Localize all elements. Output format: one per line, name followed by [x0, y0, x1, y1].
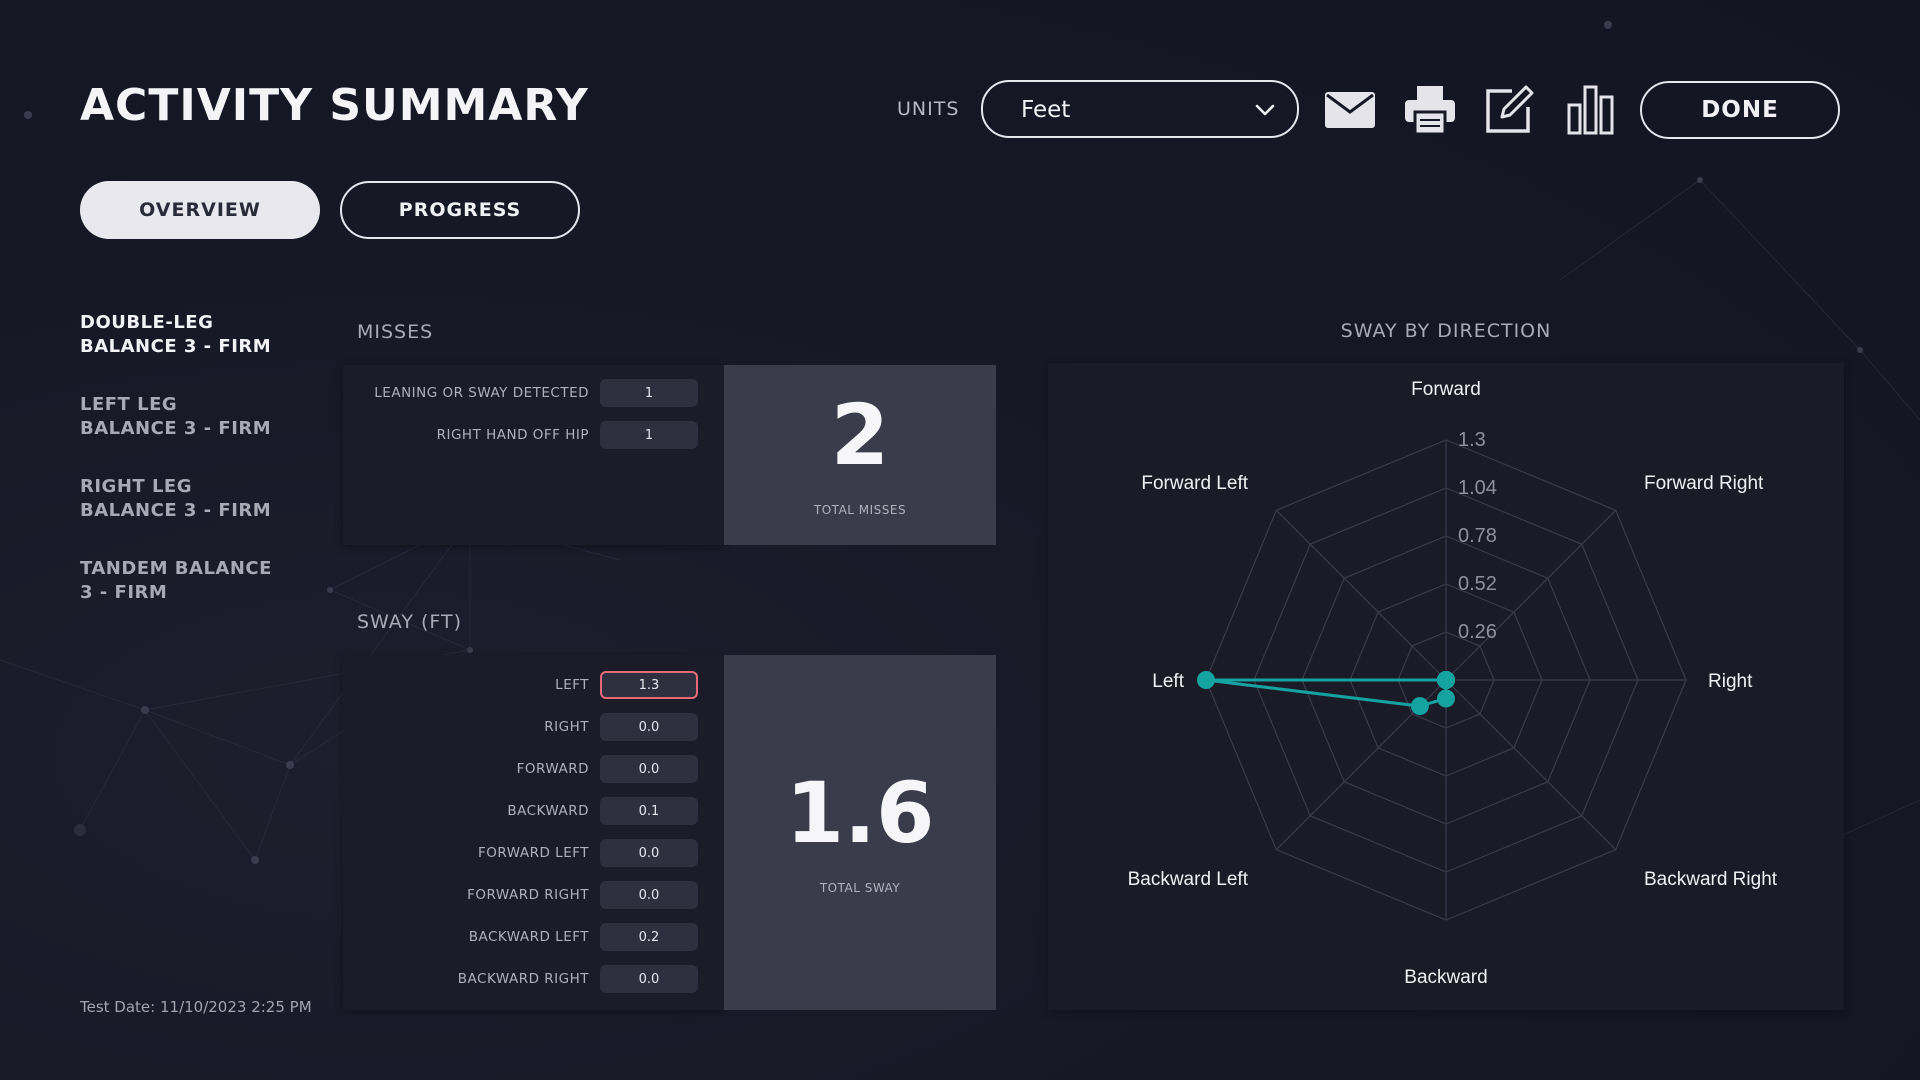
- printer-icon: [1405, 86, 1455, 134]
- radar-title: SWAY BY DIRECTION: [1340, 320, 1552, 342]
- test-item-right-leg[interactable]: RIGHT LEG BALANCE 3 - FIRM: [80, 475, 310, 523]
- radar-data-point: [1437, 689, 1455, 708]
- sway-row-forward-right: FORWARD RIGHT 0.0: [343, 880, 698, 910]
- miss-row-value: 1: [600, 421, 698, 449]
- done-button[interactable]: DONE: [1640, 81, 1840, 139]
- miss-row-label: LEANING OR SWAY DETECTED: [374, 385, 589, 401]
- units-dropdown[interactable]: Feet: [981, 80, 1299, 138]
- sway-row-label: FORWARD LEFT: [478, 845, 589, 861]
- sway-row-label: FORWARD RIGHT: [467, 887, 589, 903]
- test-item-line1: LEFT LEG: [80, 394, 178, 415]
- radar-chart: 0.26 0.52 0.78 1.04 1.3 Forward Forward Right R…: [1128, 379, 1778, 988]
- test-item-double-leg[interactable]: DOUBLE-LEG BALANCE 3 - FIRM: [80, 311, 310, 359]
- sway-row-label: BACKWARD: [507, 803, 589, 819]
- radar-data-point: [1197, 671, 1215, 689]
- sway-row-value: 0.0: [600, 755, 698, 783]
- radar-axis-label: Backward Right: [1644, 869, 1778, 890]
- test-item-line2: 3 - FIRM: [80, 582, 168, 603]
- radar-tick-label: 0.78: [1458, 525, 1497, 547]
- sway-row-forward-left: FORWARD LEFT 0.0: [343, 838, 698, 868]
- edit-icon: [1486, 85, 1534, 133]
- test-item-line1: DOUBLE-LEG: [80, 312, 214, 333]
- miss-row-value: 1: [600, 379, 698, 407]
- tab-progress[interactable]: PROGRESS: [340, 181, 580, 239]
- sway-row-backward-left: BACKWARD LEFT 0.2: [343, 922, 698, 952]
- radar-series-line: [1204, 678, 1448, 708]
- radar-axis-label: Forward Right: [1644, 473, 1764, 494]
- sway-row-value: 0.0: [600, 839, 698, 867]
- radar-tick-label: 1.04: [1458, 477, 1497, 499]
- sway-row-label: FORWARD: [516, 761, 589, 777]
- total-misses-label: TOTAL MISSES: [813, 503, 907, 517]
- misses-section-label: MISSES: [357, 321, 434, 343]
- sway-row-left: LEFT 1.3: [343, 670, 698, 700]
- test-item-tandem[interactable]: TANDEM BALANCE 3 - FIRM: [80, 557, 310, 605]
- sway-row-label: BACKWARD LEFT: [468, 929, 589, 945]
- total-sway-value: 1.6: [785, 763, 935, 862]
- radar-tick-label: 0.26: [1458, 621, 1497, 643]
- mail-icon: [1325, 92, 1375, 128]
- radar-axis-label: Forward: [1411, 379, 1481, 400]
- sway-row-forward: FORWARD 0.0: [343, 754, 698, 784]
- radar-data-point: [1410, 697, 1429, 716]
- test-date: Test Date: 11/10/2023 2:25 PM: [80, 998, 312, 1016]
- sway-row-value: 1.3: [600, 671, 698, 699]
- sway-section-label: SWAY (FT): [357, 611, 463, 633]
- tab-overview[interactable]: OVERVIEW: [80, 181, 320, 239]
- test-item-line2: BALANCE 3 - FIRM: [80, 500, 272, 521]
- units-label: UNITS: [897, 98, 960, 120]
- radar-tick-label: 1.3: [1458, 429, 1486, 451]
- test-item-line1: RIGHT LEG: [80, 476, 192, 497]
- print-button[interactable]: [1402, 84, 1458, 136]
- total-sway-box: 1.6 TOTAL SWAY: [724, 655, 996, 1010]
- radar-axis-label: Backward Left: [1128, 869, 1249, 890]
- chart-button[interactable]: [1563, 84, 1619, 136]
- miss-row: LEANING OR SWAY DETECTED 1: [343, 378, 698, 408]
- misses-panel: LEANING OR SWAY DETECTED 1 RIGHT HAND OF…: [343, 365, 724, 545]
- radar-axis-label: Right: [1708, 671, 1753, 692]
- sway-row-right: RIGHT 0.0: [343, 712, 698, 742]
- test-item-line2: BALANCE 3 - FIRM: [80, 336, 272, 357]
- total-sway-label: TOTAL SWAY: [819, 880, 901, 895]
- units-value: Feet: [1021, 97, 1071, 123]
- sway-row-backward: BACKWARD 0.1: [343, 796, 698, 826]
- sway-row-label: LEFT: [555, 677, 589, 693]
- sway-row-label: BACKWARD RIGHT: [457, 971, 589, 987]
- sway-row-value: 0.0: [600, 881, 698, 909]
- email-button[interactable]: [1322, 84, 1378, 136]
- chevron-down-icon: [1255, 104, 1275, 116]
- radar-data-point: [1437, 671, 1455, 689]
- sway-row-value: 0.0: [600, 713, 698, 741]
- sway-row-value: 0.2: [600, 923, 698, 951]
- radar-axis-label: Backward: [1404, 967, 1487, 988]
- radar-panel: 0.26 0.52 0.78 1.04 1.3 Forward Forward Right R…: [1048, 363, 1844, 1010]
- sway-row-value: 0.0: [600, 965, 698, 993]
- miss-row: RIGHT HAND OFF HIP 1: [343, 420, 698, 450]
- miss-row-label: RIGHT HAND OFF HIP: [436, 427, 589, 443]
- page-title: ACTIVITY SUMMARY: [80, 80, 589, 131]
- sway-row-value: 0.1: [600, 797, 698, 825]
- sway-row-label: RIGHT: [544, 719, 589, 735]
- test-item-left-leg[interactable]: LEFT LEG BALANCE 3 - FIRM: [80, 393, 310, 441]
- sway-panel: LEFT 1.3 RIGHT 0.0 FORWARD 0.0 BACKWARD …: [343, 655, 724, 1010]
- total-misses-box: 2 TOTAL MISSES: [724, 365, 996, 545]
- radar-axis-label: Forward Left: [1141, 473, 1248, 494]
- radar-tick-label: 0.52: [1458, 573, 1497, 595]
- edit-button[interactable]: [1481, 84, 1537, 136]
- sway-row-backward-right: BACKWARD RIGHT 0.0: [343, 964, 698, 994]
- total-misses-value: 2: [830, 386, 890, 484]
- test-item-line1: TANDEM BALANCE: [80, 558, 272, 579]
- bar-chart-icon: [1567, 85, 1614, 135]
- radar-axis-label: Left: [1152, 671, 1184, 692]
- test-item-line2: BALANCE 3 - FIRM: [80, 418, 272, 439]
